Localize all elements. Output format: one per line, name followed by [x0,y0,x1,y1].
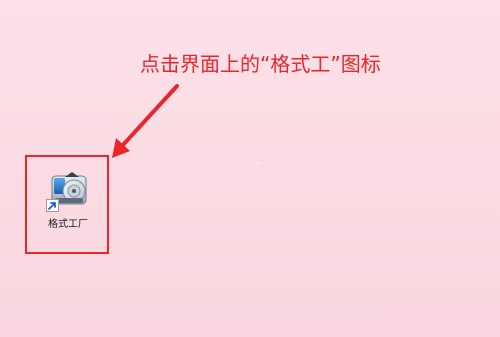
arrow-icon [112,84,179,158]
format-factory-app-icon[interactable] [46,168,90,212]
desktop[interactable]: 点击界面上的“格式工”图标 格式工厂 [0,0,500,337]
desktop-shortcut-format-factory[interactable]: 格式工厂 [34,168,102,244]
desktop-speck [257,162,259,164]
instruction-annotation: 点击界面上的“格式工”图标 [140,52,381,76]
shortcut-overlay-icon [46,199,59,212]
desktop-icon-label[interactable]: 格式工厂 [48,218,88,231]
